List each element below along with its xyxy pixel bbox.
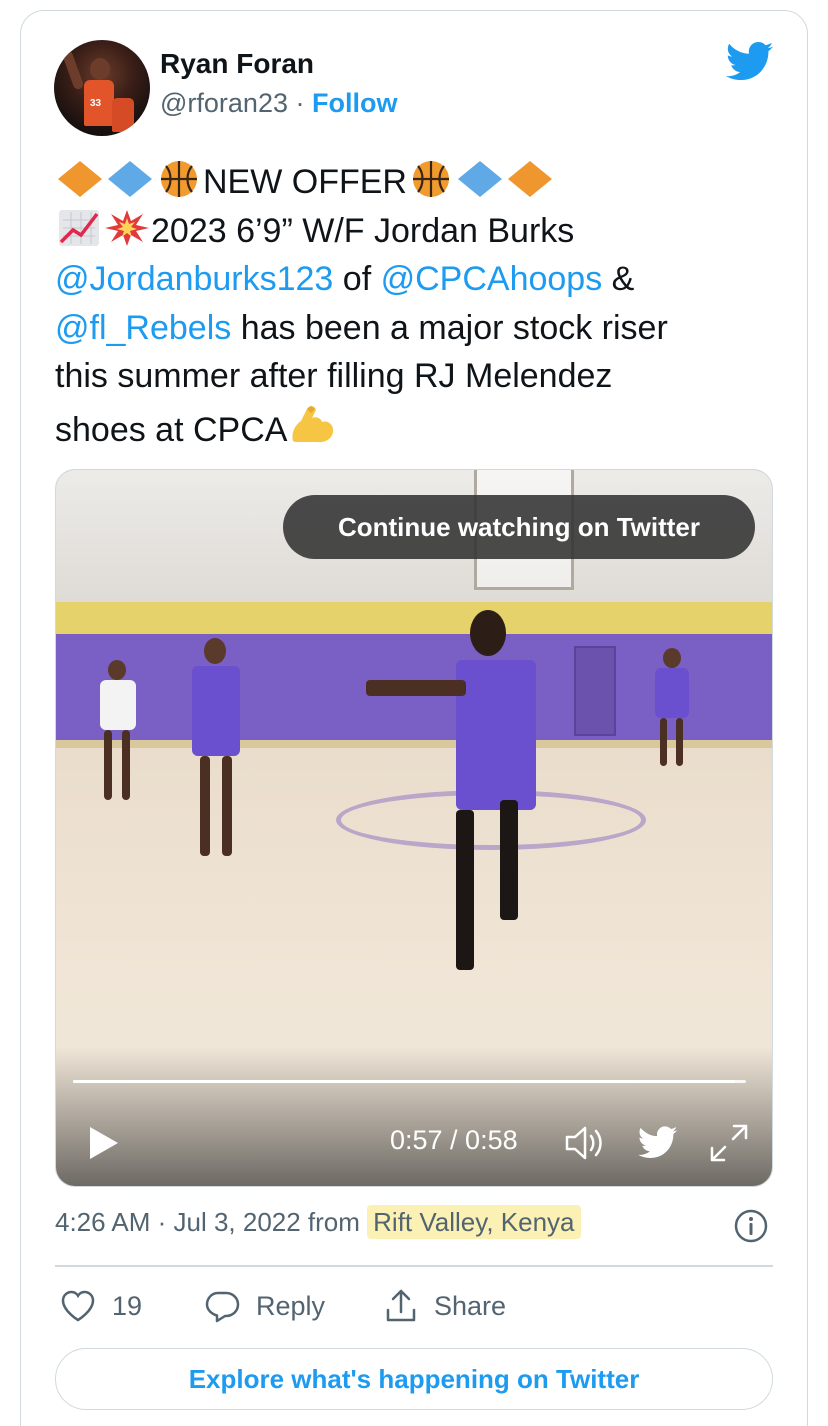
mention-fl-rebels[interactable]: @fl_Rebels xyxy=(55,309,231,347)
twitter-logo-icon[interactable] xyxy=(726,42,774,82)
video-player[interactable]: Continue watching on Twitter 0:57 / 0:58 xyxy=(55,469,773,1187)
tweet-line-1: NEW OFFER xyxy=(55,158,775,207)
mention-cpcahoops[interactable]: @CPCAhoops xyxy=(381,260,603,298)
video-progress-bar[interactable] xyxy=(73,1080,746,1083)
author-handle-row: @rforan23 · Follow xyxy=(160,88,397,119)
handle-separator: · xyxy=(287,88,312,118)
orange-diamond-icon xyxy=(507,161,552,197)
tweet-line-4: @fl_Rebels has been a major stock riser xyxy=(55,304,775,353)
mention-jordanburks[interactable]: @Jordanburks123 xyxy=(55,260,333,298)
new-offer-text: NEW OFFER xyxy=(203,163,407,201)
reply-label: Reply xyxy=(256,1290,326,1321)
collision-icon xyxy=(105,209,149,246)
follow-button[interactable]: Follow xyxy=(312,88,397,118)
explore-twitter-button[interactable]: Explore what's happening on Twitter xyxy=(55,1348,773,1410)
text-shoes: shoes at CPCA xyxy=(55,410,288,449)
heart-icon[interactable] xyxy=(60,1289,96,1323)
location-link[interactable]: Rift Valley, Kenya xyxy=(367,1205,581,1239)
flexed-biceps-icon xyxy=(292,405,334,442)
fullscreen-icon[interactable] xyxy=(708,1122,750,1164)
divider xyxy=(55,1265,773,1267)
player-figure xyxy=(366,610,576,990)
reply-icon[interactable] xyxy=(204,1289,240,1323)
continue-watching-button[interactable]: Continue watching on Twitter xyxy=(283,495,755,559)
text-of: of xyxy=(333,260,381,298)
player-figure xyxy=(652,648,692,768)
like-action[interactable]: 19 xyxy=(60,1286,142,1326)
tweet-line-3: @Jordanburks123 of @CPCAhoops & xyxy=(55,255,775,304)
basketball-icon xyxy=(161,161,197,197)
author-handle[interactable]: @rforan23 xyxy=(160,88,288,118)
twitter-logo-icon[interactable] xyxy=(638,1126,678,1160)
tweet-line-2: 2023 6’9” W/F Jordan Burks xyxy=(55,207,775,256)
reply-action[interactable]: Reply xyxy=(204,1286,325,1326)
tweet-line-6: shoes at CPCA xyxy=(55,401,775,450)
info-icon[interactable] xyxy=(733,1208,769,1244)
like-count: 19 xyxy=(112,1290,143,1321)
share-icon[interactable] xyxy=(384,1288,418,1324)
tweet-text: NEW OFFER 2023 6’9” W/F Jordan Burks @Jo… xyxy=(55,158,775,449)
orange-diamond-icon xyxy=(58,161,102,197)
share-label: Share xyxy=(434,1290,507,1321)
player-figure xyxy=(96,660,140,810)
timestamp[interactable]: 4:26 AM · Jul 3, 2022 from xyxy=(55,1207,367,1237)
tweet-line-5: this summer after filling RJ Melendez xyxy=(55,357,613,395)
prospect-text: 2023 6’9” W/F Jordan Burks xyxy=(151,211,575,250)
author-name[interactable]: Ryan Foran xyxy=(160,48,314,80)
text-ampersand: & xyxy=(602,260,635,298)
video-time: 0:57 / 0:58 xyxy=(390,1125,518,1155)
volume-icon[interactable] xyxy=(564,1124,606,1162)
share-action[interactable]: Share xyxy=(384,1286,506,1326)
text-stock-riser: has been a major stock riser xyxy=(231,308,668,347)
play-icon[interactable] xyxy=(86,1124,120,1162)
player-figure xyxy=(186,638,246,868)
blue-diamond-icon xyxy=(108,161,152,197)
avatar[interactable]: 33 xyxy=(54,40,150,136)
blue-diamond-icon xyxy=(457,161,502,197)
chart-increasing-icon xyxy=(59,209,99,246)
tweet-meta: 4:26 AM · Jul 3, 2022 from Rift Valley, … xyxy=(55,1205,581,1239)
basketball-icon xyxy=(412,161,449,197)
